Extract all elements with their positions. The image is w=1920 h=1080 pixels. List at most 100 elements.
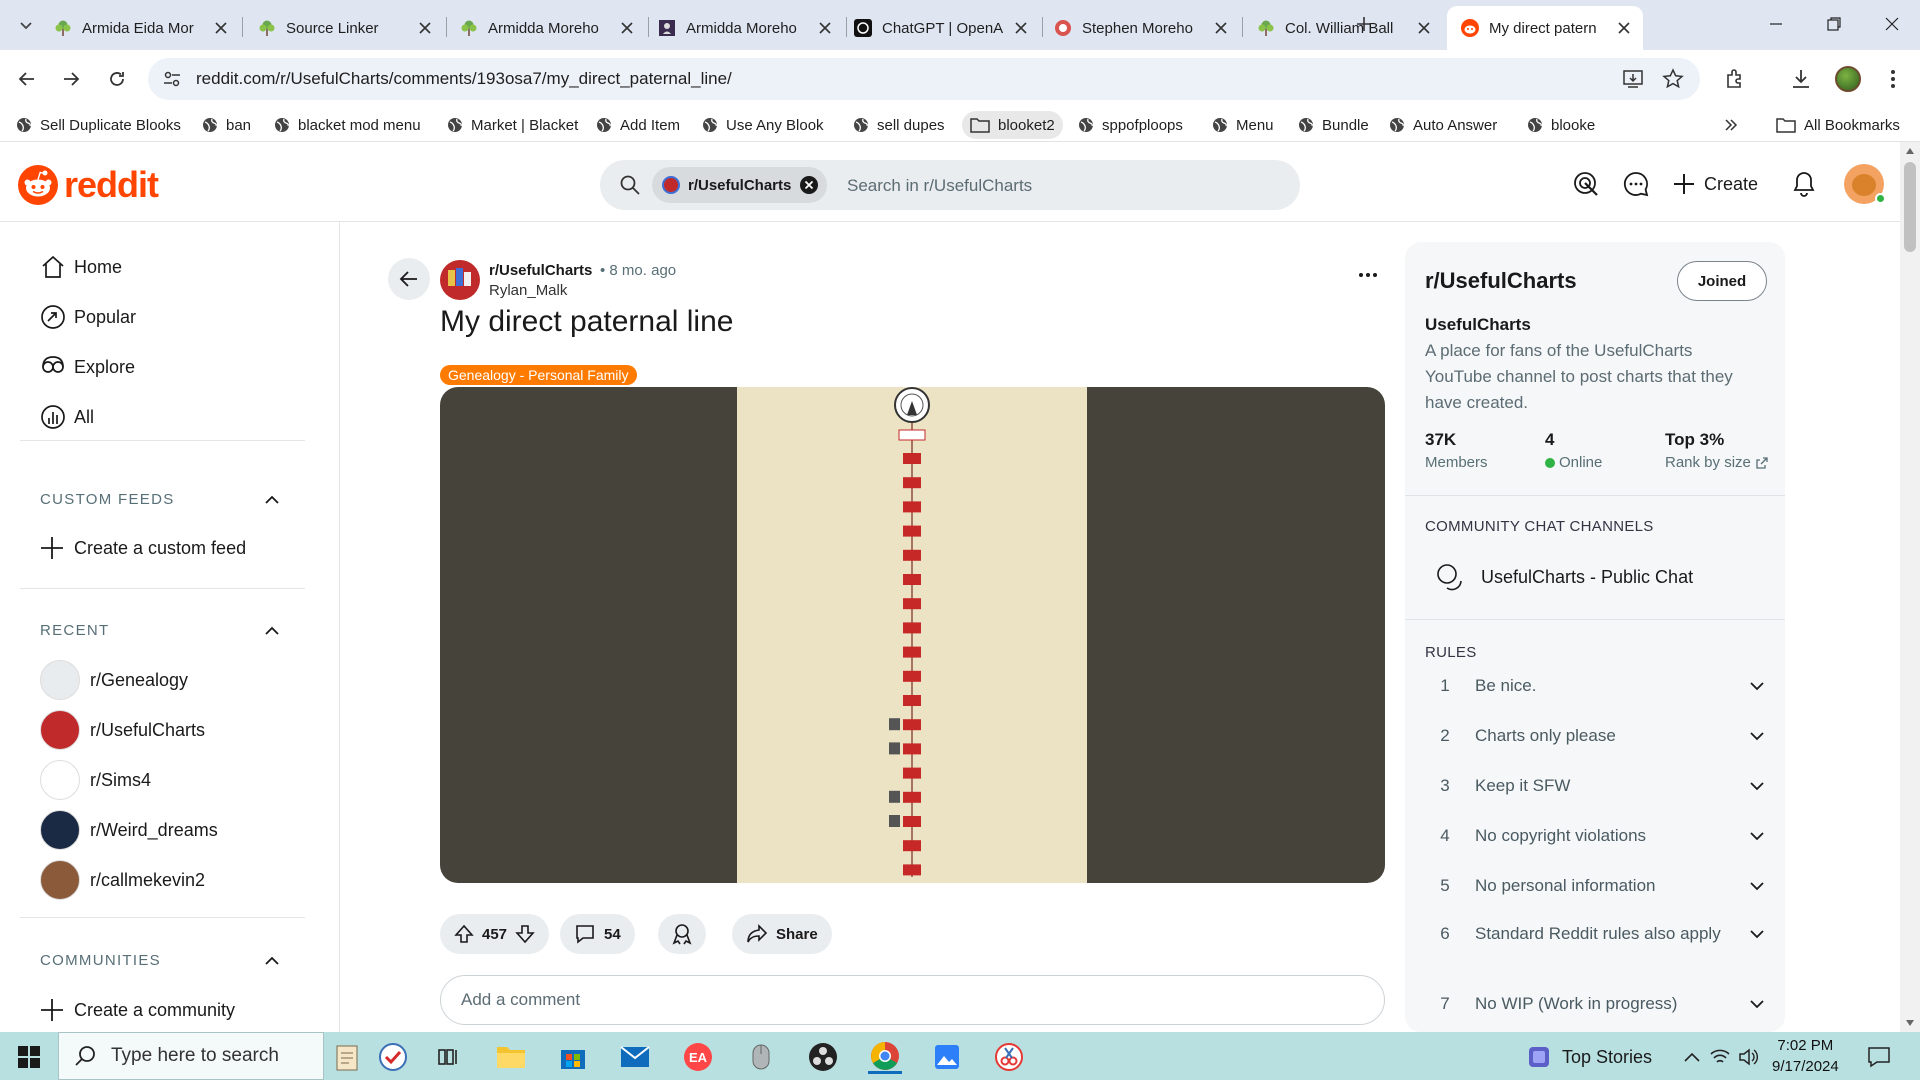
more-bookmarks-button[interactable]: [1716, 111, 1746, 139]
comments-button[interactable]: 54: [560, 914, 635, 954]
site-info-icon[interactable]: [162, 69, 182, 89]
search-input[interactable]: Search in r/UsefulCharts: [847, 176, 1032, 196]
rule-item[interactable]: 6 Standard Reddit rules also apply: [1425, 922, 1765, 946]
tab-search-dropdown[interactable]: [14, 13, 38, 37]
bookmark-item[interactable]: Market | Blacket: [439, 111, 586, 139]
rank-stat[interactable]: Top 3% Rank by size: [1665, 430, 1769, 471]
downloads-button[interactable]: [1786, 64, 1816, 94]
rule-item[interactable]: 3 Keep it SFW: [1425, 774, 1765, 798]
joined-button[interactable]: Joined: [1677, 261, 1767, 301]
community-name[interactable]: r/UsefulCharts: [1425, 268, 1577, 294]
new-tab-button[interactable]: [1350, 12, 1378, 36]
rule-item[interactable]: 2 Charts only please: [1425, 724, 1765, 748]
address-bar[interactable]: reddit.com/r/UsefulCharts/comments/193os…: [148, 58, 1700, 100]
close-tab-icon[interactable]: [1615, 19, 1633, 37]
recent-community-item[interactable]: r/callmekevin2: [40, 858, 205, 902]
snipping-tool-app[interactable]: [992, 1040, 1026, 1074]
chevron-down-icon[interactable]: [1749, 881, 1765, 891]
chevron-up-icon[interactable]: [262, 490, 282, 510]
bookmark-item[interactable]: sell dupes: [845, 111, 953, 139]
user-avatar-button[interactable]: [1842, 162, 1886, 206]
back-button[interactable]: [388, 258, 430, 300]
browser-tab[interactable]: Source Linker: [244, 6, 444, 50]
recent-community-item[interactable]: r/Genealogy: [40, 658, 188, 702]
create-custom-feed-button[interactable]: Create a custom feed: [40, 528, 246, 568]
bookmark-item[interactable]: Use Any Blook: [694, 111, 832, 139]
checklist-app[interactable]: [376, 1040, 410, 1074]
recent-heading[interactable]: RECENT: [40, 622, 109, 639]
restore-button[interactable]: [1820, 12, 1848, 36]
close-tab-icon[interactable]: [1212, 19, 1230, 37]
rule-item[interactable]: 5 No personal information: [1425, 874, 1765, 898]
create-post-button[interactable]: Create: [1672, 168, 1762, 200]
share-button[interactable]: Share: [732, 914, 832, 954]
notifications-button[interactable]: [1788, 168, 1820, 200]
close-tab-icon[interactable]: [416, 19, 434, 37]
chat-channel-link[interactable]: UsefulCharts - Public Chat: [1435, 562, 1693, 592]
bookmark-item[interactable]: Sell Duplicate Blooks: [8, 111, 189, 139]
chevron-up-icon[interactable]: [262, 951, 282, 971]
chat-button[interactable]: [1620, 168, 1652, 200]
browser-tab[interactable]: Armida Eida Mor: [40, 6, 240, 50]
reload-button[interactable]: [102, 64, 132, 94]
task-view-button[interactable]: [432, 1040, 466, 1074]
profile-avatar-button[interactable]: [1833, 64, 1863, 94]
mail-app[interactable]: [618, 1040, 652, 1074]
chevron-down-icon[interactable]: [1749, 731, 1765, 741]
close-tab-icon[interactable]: [816, 19, 834, 37]
news-widget[interactable]: Top Stories: [1526, 1040, 1676, 1074]
tray-overflow-button[interactable]: [1680, 1040, 1704, 1074]
nav-item-all[interactable]: All: [40, 397, 94, 437]
bookmark-item[interactable]: Add Item: [588, 111, 688, 139]
page-scrollbar[interactable]: [1900, 142, 1920, 1032]
obs-app[interactable]: [806, 1040, 840, 1074]
install-app-icon[interactable]: [1622, 69, 1644, 89]
post-image[interactable]: [440, 387, 1385, 883]
back-nav-button[interactable]: [12, 64, 42, 94]
nav-item-explore[interactable]: Explore: [40, 347, 135, 387]
browser-tab[interactable]: Armidda Moreho: [446, 6, 646, 50]
post-subreddit-link[interactable]: r/UsefulCharts: [489, 262, 592, 279]
volume-button[interactable]: [1736, 1040, 1760, 1074]
bookmark-item[interactable]: blooke: [1519, 111, 1603, 139]
chevron-down-icon[interactable]: [1749, 831, 1765, 841]
close-tab-icon[interactable]: [1012, 19, 1030, 37]
scrollbar-thumb[interactable]: [1904, 162, 1916, 252]
browser-tab[interactable]: ChatGPT | OpenA: [840, 6, 1040, 50]
add-comment-input[interactable]: Add a comment: [440, 975, 1385, 1025]
nav-item-home[interactable]: Home: [40, 247, 122, 287]
nav-item-popular[interactable]: Popular: [40, 297, 136, 337]
browser-tab[interactable]: Col. William Ball: [1243, 6, 1443, 50]
close-tab-icon[interactable]: [618, 19, 636, 37]
search-subreddit-chip[interactable]: r/UsefulCharts: [652, 167, 828, 203]
url-text[interactable]: reddit.com/r/UsefulCharts/comments/193os…: [196, 69, 732, 89]
post-flair[interactable]: Genealogy - Personal Family: [440, 365, 637, 385]
bookmark-star-icon[interactable]: [1662, 68, 1684, 90]
close-tab-icon[interactable]: [1415, 19, 1433, 37]
bookmark-item[interactable]: sppofploops: [1070, 111, 1191, 139]
close-window-button[interactable]: [1878, 12, 1906, 36]
custom-feeds-heading[interactable]: CUSTOM FEEDS: [40, 491, 175, 508]
file-explorer-app[interactable]: [494, 1040, 528, 1074]
communities-heading[interactable]: COMMUNITIES: [40, 952, 161, 969]
bookmark-item[interactable]: Menu: [1204, 111, 1282, 139]
photos-app[interactable]: [930, 1040, 964, 1074]
subreddit-avatar[interactable]: [440, 260, 480, 300]
scroll-down-icon[interactable]: [1905, 1019, 1915, 1027]
extensions-button[interactable]: [1720, 64, 1750, 94]
all-bookmarks-button[interactable]: All Bookmarks: [1768, 111, 1908, 139]
clear-chip-icon[interactable]: [799, 175, 819, 195]
bookmark-item[interactable]: ban: [194, 111, 259, 139]
chrome-app[interactable]: [868, 1040, 902, 1074]
chevron-down-icon[interactable]: [1749, 781, 1765, 791]
notification-center-button[interactable]: [1862, 1040, 1896, 1074]
bookmark-item[interactable]: Bundle: [1290, 111, 1377, 139]
browser-tab[interactable]: Armidda Moreho: [644, 6, 844, 50]
browser-tab[interactable]: Stephen Moreho: [1040, 6, 1240, 50]
browser-menu-button[interactable]: [1878, 64, 1908, 94]
notepad-app[interactable]: [330, 1040, 364, 1074]
recent-community-item[interactable]: r/Sims4: [40, 758, 151, 802]
ea-app[interactable]: EA: [681, 1040, 715, 1074]
post-author-link[interactable]: Rylan_Malk: [489, 282, 567, 299]
chevron-down-icon[interactable]: [1749, 999, 1765, 1009]
